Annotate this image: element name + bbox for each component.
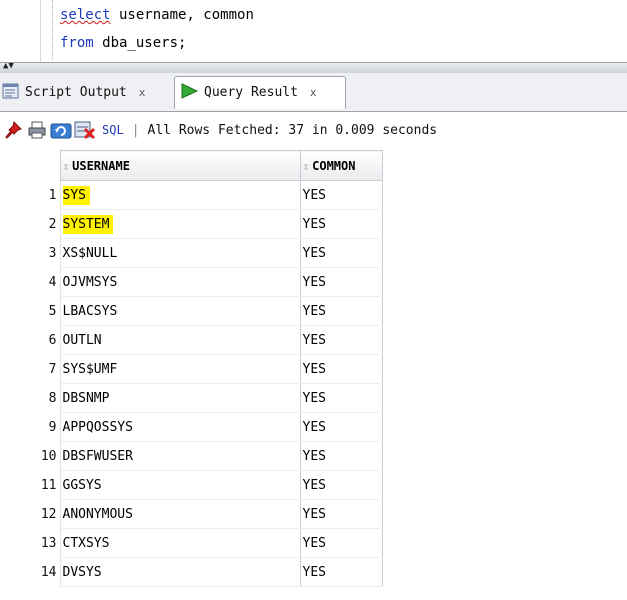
cell-common[interactable]: YES <box>299 354 383 384</box>
cancel-query-icon[interactable] <box>74 119 96 141</box>
column-header-username[interactable]: ⇳ USERNAME <box>59 150 301 181</box>
cell-common[interactable]: YES <box>299 238 383 268</box>
close-icon[interactable]: x <box>310 86 317 99</box>
results-tab-bar: Script Output x Query Result x <box>0 73 627 112</box>
cell-common[interactable]: YES <box>299 383 383 413</box>
row-number: 2 <box>0 209 61 239</box>
run-arrow-icon <box>179 82 199 104</box>
tab-query-result[interactable]: Query Result x <box>174 76 346 109</box>
cell-username[interactable]: GGSYS <box>60 470 300 500</box>
close-icon[interactable]: x <box>139 86 146 99</box>
code-line-1[interactable]: select username, common <box>60 7 254 23</box>
table-row[interactable]: 8 DBSNMP YES <box>0 383 383 413</box>
cell-common[interactable]: YES <box>299 180 383 210</box>
row-number: 13 <box>0 528 61 558</box>
refresh-icon[interactable] <box>50 119 72 141</box>
cell-username[interactable]: SYSTEM <box>60 209 300 239</box>
script-output-icon <box>2 82 20 104</box>
table-row[interactable]: 1 SYS YES <box>0 180 383 210</box>
table-row[interactable]: 13 CTXSYS YES <box>0 528 383 558</box>
row-number: 8 <box>0 383 61 413</box>
cell-username[interactable]: CTXSYS <box>60 528 300 558</box>
cell-username[interactable]: OJVMSYS <box>60 267 300 297</box>
sql-editor[interactable]: select username, common from dba_users; <box>0 0 627 62</box>
row-number: 12 <box>0 499 61 529</box>
row-number: 10 <box>0 441 61 471</box>
row-number: 9 <box>0 412 61 442</box>
pin-icon[interactable] <box>2 119 24 141</box>
grid-header-row: ⇳ USERNAME ⇳ COMMON <box>0 150 383 181</box>
print-icon[interactable] <box>26 119 48 141</box>
table-row[interactable]: 7 SYS$UMF YES <box>0 354 383 384</box>
cell-common[interactable]: YES <box>299 209 383 239</box>
sort-icon[interactable]: ⇳ <box>303 160 310 173</box>
fetch-status: All Rows Fetched: 37 in 0.009 seconds <box>147 122 438 138</box>
tab-script-output[interactable]: Script Output x <box>0 76 170 109</box>
cell-username[interactable]: ANONYMOUS <box>60 499 300 529</box>
cell-username[interactable]: DVSYS <box>60 557 300 587</box>
code-line-2[interactable]: from dba_users; <box>60 35 186 51</box>
cell-common[interactable]: YES <box>299 296 383 326</box>
row-number-header <box>0 150 61 181</box>
row-number: 4 <box>0 267 61 297</box>
table-row[interactable]: 2 SYSTEM YES <box>0 209 383 239</box>
tab-label: Query Result <box>204 85 298 100</box>
table-row[interactable]: 9 APPQOSSYS YES <box>0 412 383 442</box>
row-number: 6 <box>0 325 61 355</box>
cell-common[interactable]: YES <box>299 267 383 297</box>
cell-common[interactable]: YES <box>299 325 383 355</box>
table-row[interactable]: 4 OJVMSYS YES <box>0 267 383 297</box>
cell-username[interactable]: DBSFWUSER <box>60 441 300 471</box>
highlighted-text: SYSTEM <box>62 214 114 234</box>
column-header-common[interactable]: ⇳ COMMON <box>299 150 383 181</box>
table-row[interactable]: 10 DBSFWUSER YES <box>0 441 383 471</box>
line-gutter <box>0 0 41 62</box>
highlighted-text: SYS <box>62 185 90 205</box>
splitter-arrows-icon[interactable]: ▲▼ <box>3 62 14 71</box>
row-number: 5 <box>0 296 61 326</box>
toolbar-separator: | <box>131 122 140 138</box>
code-text: username, common <box>110 7 254 23</box>
row-number: 1 <box>0 180 61 210</box>
table-row[interactable]: 11 GGSYS YES <box>0 470 383 500</box>
row-number: 14 <box>0 557 61 587</box>
cell-common[interactable]: YES <box>299 412 383 442</box>
table-row[interactable]: 14 DVSYS YES <box>0 557 383 587</box>
cell-common[interactable]: YES <box>299 528 383 558</box>
cell-common[interactable]: YES <box>299 499 383 529</box>
cell-username[interactable]: SYS$UMF <box>60 354 300 384</box>
keyword-select: select <box>60 7 111 23</box>
cell-username[interactable]: LBACSYS <box>60 296 300 326</box>
cell-username[interactable]: XS$NULL <box>60 238 300 268</box>
sql-button[interactable]: SQL <box>102 123 124 137</box>
code-text: dba_users; <box>93 35 187 51</box>
keyword-from: from <box>60 35 94 51</box>
cell-common[interactable]: YES <box>299 441 383 471</box>
table-row[interactable]: 6 OUTLN YES <box>0 325 383 355</box>
row-number: 3 <box>0 238 61 268</box>
sort-icon[interactable]: ⇳ <box>63 160 70 173</box>
results-toolbar: SQL | All Rows Fetched: 37 in 0.009 seco… <box>0 112 627 148</box>
cell-username[interactable]: APPQOSSYS <box>60 412 300 442</box>
cell-username[interactable]: DBSNMP <box>60 383 300 413</box>
table-row[interactable]: 12 ANONYMOUS YES <box>0 499 383 529</box>
cell-username[interactable]: SYS <box>60 180 300 210</box>
row-number: 11 <box>0 470 61 500</box>
table-row[interactable]: 3 XS$NULL YES <box>0 238 383 268</box>
cell-common[interactable]: YES <box>299 470 383 500</box>
cell-common[interactable]: YES <box>299 557 383 587</box>
table-row[interactable]: 5 LBACSYS YES <box>0 296 383 326</box>
result-grid[interactable]: ⇳ USERNAME ⇳ COMMON 1 SYS YES 2 SYSTEM YES 3 XS… <box>0 150 383 587</box>
fold-guide <box>52 0 53 60</box>
row-number: 7 <box>0 354 61 384</box>
cell-username[interactable]: OUTLN <box>60 325 300 355</box>
tab-label: Script Output <box>25 85 127 100</box>
